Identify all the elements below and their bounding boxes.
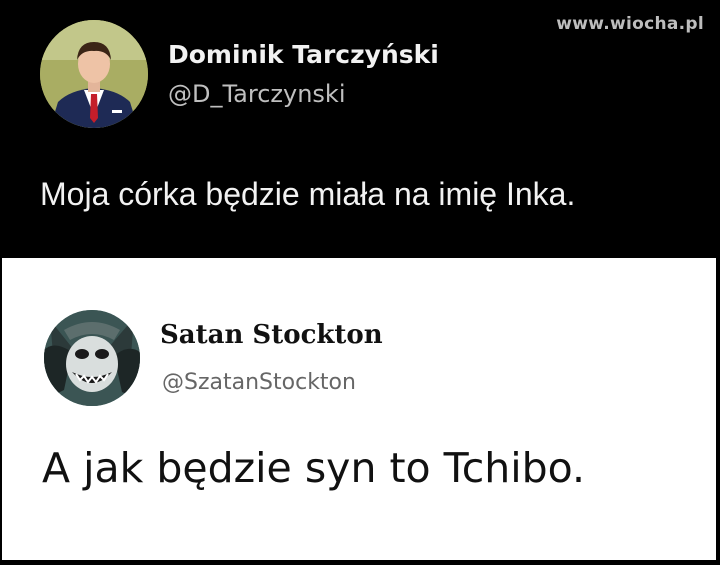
display-name[interactable]: Dominik Tarczyński bbox=[168, 40, 439, 69]
profile-avatar[interactable] bbox=[44, 310, 140, 406]
man-in-suit-avatar-icon bbox=[40, 20, 148, 128]
profile-avatar[interactable] bbox=[40, 20, 148, 128]
display-name[interactable]: Satan Stockton bbox=[160, 320, 383, 350]
original-tweet: Dominik Tarczyński @D_Tarczynski Moja có… bbox=[0, 0, 720, 258]
reply-tweet: Satan Stockton @SzatanStockton A jak będ… bbox=[2, 258, 716, 560]
user-handle[interactable]: @SzatanStockton bbox=[162, 370, 356, 395]
tweet-text: Moja córka będzie miała na imię Inka. bbox=[40, 176, 576, 212]
watermark: www.wiocha.pl bbox=[556, 14, 704, 34]
user-handle[interactable]: @D_Tarczynski bbox=[168, 80, 346, 108]
joker-face-avatar-icon bbox=[44, 310, 140, 406]
tweet-text: A jak będzie syn to Tchibo. bbox=[42, 444, 586, 492]
